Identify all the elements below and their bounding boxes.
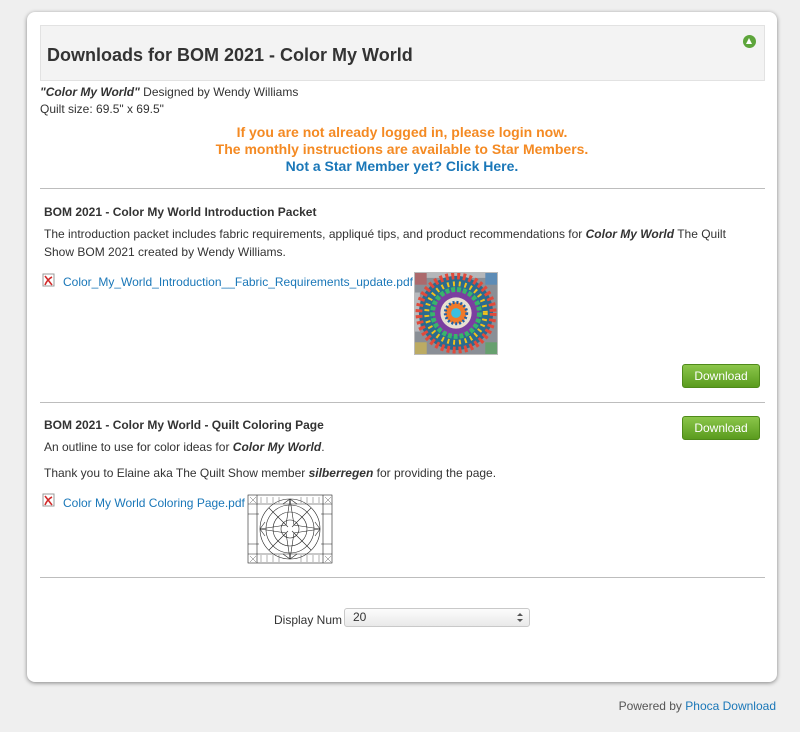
phoca-download-link[interactable]: Phoca Download: [685, 699, 776, 713]
login-message: If you are not already logged in, please…: [236, 124, 568, 140]
desc-emphasis: Color My World: [232, 440, 322, 454]
download-button[interactable]: Download: [682, 416, 760, 440]
desc-text: The introduction packet includes fabric …: [44, 227, 586, 241]
pdf-file-link[interactable]: Color_My_World_Introduction__Fabric_Requ…: [63, 275, 413, 289]
quilt-name: "Color My World": [40, 85, 140, 99]
notice-period: .: [514, 158, 519, 174]
desc-text: .: [321, 440, 325, 454]
quilt-preview-image[interactable]: [414, 272, 498, 355]
file-title: BOM 2021 - Color My World - Quilt Colori…: [44, 418, 324, 432]
pdf-file-link[interactable]: Color My World Coloring Page.pdf: [63, 496, 245, 510]
file-description: The introduction packet includes fabric …: [44, 225, 744, 261]
powered-by-text: Powered by: [618, 699, 686, 713]
display-num-label: Display Num: [274, 613, 343, 627]
credit-text: for providing the page.: [373, 466, 497, 480]
file-title: BOM 2021 - Color My World Introduction P…: [44, 205, 317, 219]
file-credit: Thank you to Elaine aka The Quilt Show m…: [44, 464, 744, 482]
downloads-panel: Downloads for BOM 2021 - Color My World …: [27, 12, 777, 682]
pdf-icon: [42, 493, 55, 507]
display-num-value: 20: [353, 610, 367, 624]
file-description: An outline to use for color ideas for Co…: [44, 438, 744, 456]
star-member-link[interactable]: Not a Star Member yet? Click Here: [286, 158, 515, 174]
desc-emphasis: Color My World: [585, 227, 675, 241]
designer: Designed by Wendy Williams: [139, 85, 299, 99]
arrow-up-icon[interactable]: [743, 35, 756, 48]
credit-emphasis: silberregen: [308, 466, 374, 480]
quilt-info: "Color My World" Designed by Wendy Willi…: [40, 84, 298, 118]
quilt-size: Quilt size: 69.5" x 69.5": [40, 102, 164, 116]
footer: Powered by Phoca Download: [619, 699, 776, 713]
category-header: Downloads for BOM 2021 - Color My World: [40, 25, 765, 81]
divider: [40, 188, 765, 189]
divider: [40, 402, 765, 403]
select-arrows-icon: [517, 613, 523, 622]
page-title: Downloads for BOM 2021 - Color My World: [47, 45, 413, 65]
login-notice: If you are not already logged in, please…: [27, 124, 777, 175]
desc-text: An outline to use for color ideas for: [44, 440, 233, 454]
display-num-select[interactable]: 20: [344, 608, 530, 627]
divider: [40, 577, 765, 578]
pdf-icon: [42, 273, 55, 287]
coloring-page-preview-image[interactable]: [247, 494, 333, 564]
credit-text: Thank you to Elaine aka The Quilt Show m…: [44, 466, 309, 480]
download-button[interactable]: Download: [682, 364, 760, 388]
star-members-message: The monthly instructions are available t…: [215, 141, 589, 157]
